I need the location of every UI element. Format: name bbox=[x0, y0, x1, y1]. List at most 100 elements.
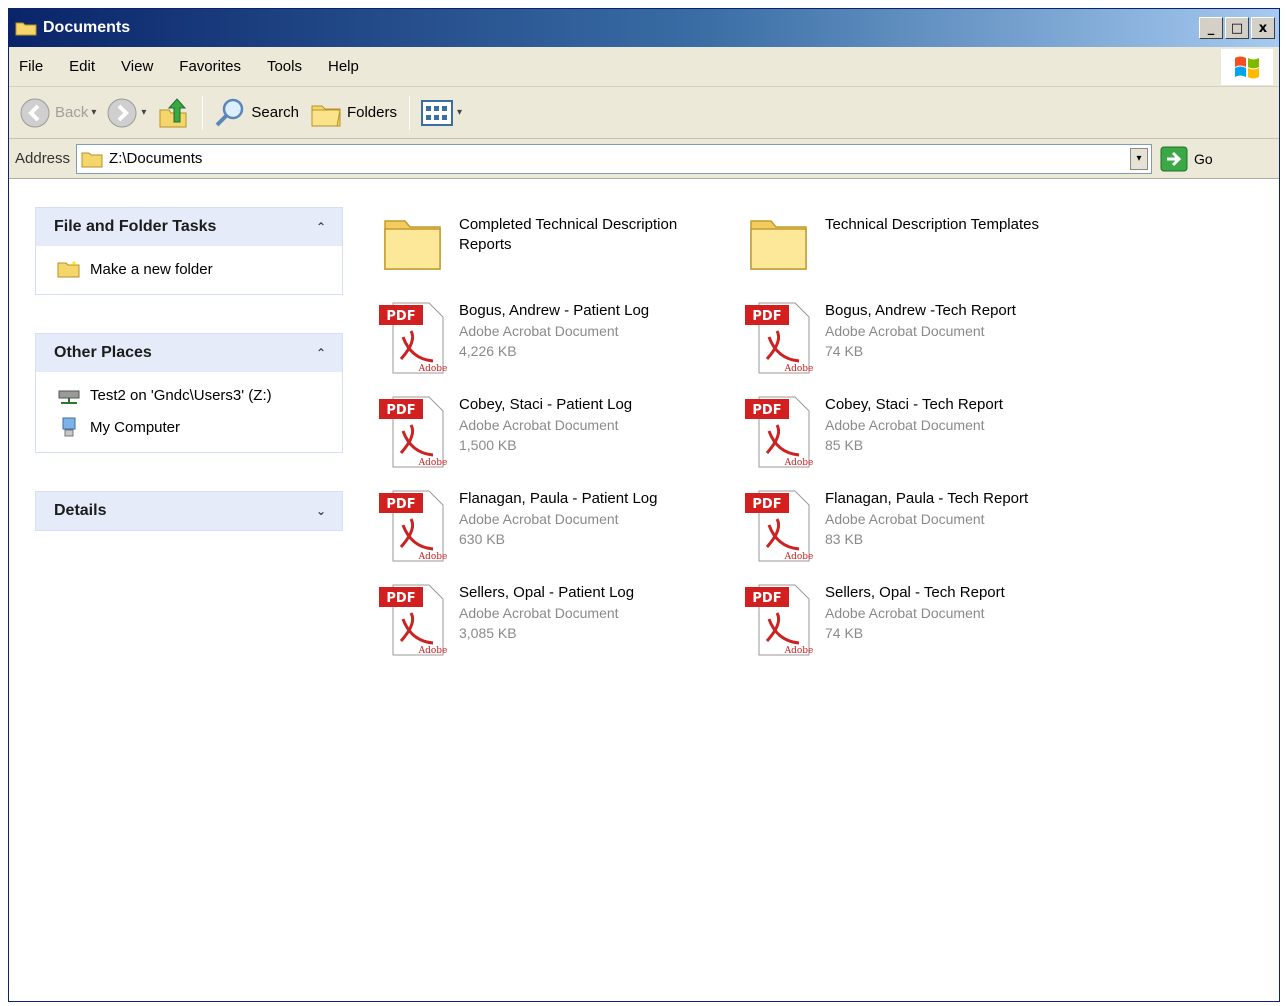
pdf-icon: PDF Adobe bbox=[745, 490, 814, 562]
toolbar: Back ▾ ▾ Search Folders ▾ bbox=[9, 87, 1279, 139]
maximize-button[interactable]: □ bbox=[1225, 17, 1249, 39]
menu-tools[interactable]: Tools bbox=[267, 58, 302, 75]
address-label: Address bbox=[15, 150, 71, 167]
back-button[interactable]: Back ▾ bbox=[19, 97, 96, 129]
svg-text:Adobe: Adobe bbox=[784, 646, 814, 656]
svg-text:PDF: PDF bbox=[752, 497, 781, 512]
file-name: Cobey, Staci - Tech Report bbox=[825, 396, 1003, 413]
svg-text:PDF: PDF bbox=[386, 403, 415, 418]
file-size: 1,500 KB bbox=[459, 437, 517, 453]
file-type: Adobe Acrobat Document bbox=[459, 605, 619, 621]
up-folder-button[interactable] bbox=[156, 96, 190, 130]
explorer-window: Documents _ □ x File Edit View Favorites… bbox=[8, 8, 1280, 1002]
content-area: File and Folder Tasks ⌃ Make a new folde… bbox=[9, 181, 1279, 1001]
make-new-folder-link[interactable]: Make a new folder bbox=[56, 258, 324, 280]
menu-file[interactable]: File bbox=[19, 58, 43, 75]
file-name: Technical Description Templates bbox=[825, 216, 1039, 233]
folders-icon bbox=[311, 105, 341, 126]
pdf-file[interactable]: PDF Adobe Sellers, Opal - Patient Log Ado… bbox=[371, 579, 731, 663]
pdf-icon: PDF Adobe bbox=[379, 490, 448, 562]
pdf-file[interactable]: PDF Adobe Cobey, Staci - Patient Log Adob… bbox=[371, 391, 731, 475]
up-folder-icon bbox=[159, 97, 187, 127]
address-bar: Address Z:\Documents ▾ Go bbox=[9, 139, 1279, 179]
svg-text:PDF: PDF bbox=[752, 591, 781, 606]
forward-button[interactable]: ▾ bbox=[106, 97, 146, 129]
pdf-file[interactable]: PDF Adobe Sellers, Opal - Tech Report Ado… bbox=[737, 579, 1097, 663]
file-size: 630 KB bbox=[459, 531, 505, 547]
pdf-file[interactable]: PDF Adobe Cobey, Staci - Tech Report Adob… bbox=[737, 391, 1097, 475]
file-type: Adobe Acrobat Document bbox=[459, 323, 619, 339]
pdf-file[interactable]: PDF Adobe Bogus, Andrew - Patient Log Ado… bbox=[371, 297, 731, 381]
menu-view[interactable]: View bbox=[121, 58, 153, 75]
network-drive-link[interactable]: Test2 on 'Gndc\Users3' (Z:) bbox=[56, 384, 324, 406]
file-size: 85 KB bbox=[825, 437, 864, 453]
minimize-button[interactable]: _ bbox=[1199, 17, 1223, 39]
menu-help[interactable]: Help bbox=[328, 58, 359, 75]
collapse-icon[interactable]: ⌃ bbox=[316, 220, 326, 234]
network-drive-icon bbox=[56, 384, 82, 406]
pdf-icon: PDF Adobe bbox=[379, 396, 448, 468]
details-header[interactable]: Details ⌄ bbox=[36, 492, 342, 530]
views-button[interactable]: ▾ bbox=[420, 98, 462, 128]
title-bar[interactable]: Documents _ □ x bbox=[9, 9, 1279, 47]
file-type: Adobe Acrobat Document bbox=[459, 511, 619, 527]
pdf-icon: PDF Adobe bbox=[379, 302, 448, 374]
close-button[interactable]: x bbox=[1251, 17, 1275, 39]
pdf-file[interactable]: PDF Adobe Flanagan, Paula - Patient Log A… bbox=[371, 485, 731, 569]
forward-arrow-icon bbox=[107, 98, 137, 127]
collapse-icon[interactable]: ⌃ bbox=[316, 346, 326, 360]
pdf-file[interactable]: PDF Adobe Bogus, Andrew -Tech Report Adob… bbox=[737, 297, 1097, 381]
file-size: 3,085 KB bbox=[459, 625, 517, 641]
menu-edit[interactable]: Edit bbox=[69, 58, 95, 75]
file-name: Sellers, Opal - Patient Log bbox=[459, 584, 635, 601]
svg-text:Adobe: Adobe bbox=[784, 364, 814, 374]
svg-text:Adobe: Adobe bbox=[784, 458, 814, 468]
file-type: Adobe Acrobat Document bbox=[825, 323, 985, 339]
pdf-icon: PDF Adobe bbox=[745, 396, 814, 468]
file-size: 74 KB bbox=[825, 625, 864, 641]
expand-icon[interactable]: ⌄ bbox=[316, 504, 326, 518]
folder-completed-reports[interactable]: Completed Technical Description Reports bbox=[371, 207, 731, 291]
search-button[interactable]: Search bbox=[213, 96, 299, 130]
details-panel: Details ⌄ bbox=[35, 491, 343, 531]
address-value: Z:\Documents bbox=[109, 150, 203, 167]
file-name: Completed Technical Description Reports bbox=[459, 216, 678, 253]
menu-bar: File Edit View Favorites Tools Help bbox=[9, 47, 1279, 87]
chevron-down-icon: ▾ bbox=[91, 107, 97, 118]
pdf-file[interactable]: PDF Adobe Flanagan, Paula - Tech Report A… bbox=[737, 485, 1097, 569]
window-title: Documents bbox=[43, 19, 131, 36]
chevron-down-icon: ▾ bbox=[141, 107, 147, 118]
go-arrow-icon bbox=[1160, 146, 1188, 171]
svg-text:Adobe: Adobe bbox=[784, 552, 814, 562]
file-name: Flanagan, Paula - Patient Log bbox=[459, 490, 658, 507]
menu-favorites[interactable]: Favorites bbox=[179, 58, 241, 75]
folder-icon bbox=[384, 220, 441, 270]
folder-templates[interactable]: Technical Description Templates bbox=[737, 207, 1097, 291]
address-input[interactable]: Z:\Documents ▾ bbox=[76, 143, 1153, 174]
file-size: 74 KB bbox=[825, 343, 864, 359]
svg-text:Adobe: Adobe bbox=[418, 552, 448, 562]
file-type: Adobe Acrobat Document bbox=[825, 417, 985, 433]
address-dropdown-button[interactable]: ▾ bbox=[1130, 147, 1149, 170]
svg-text:PDF: PDF bbox=[752, 403, 781, 418]
folders-button[interactable]: Folders bbox=[309, 96, 397, 130]
go-button[interactable]: Go bbox=[1160, 146, 1213, 172]
folder-icon bbox=[15, 22, 37, 36]
windows-logo-icon bbox=[1221, 48, 1273, 85]
pdf-icon: PDF Adobe bbox=[745, 302, 814, 374]
file-name: Bogus, Andrew -Tech Report bbox=[825, 302, 1016, 319]
other-places-panel: Other Places ⌃ Test2 on 'Gndc\Users3' (Z… bbox=[35, 333, 343, 453]
file-size: 4,226 KB bbox=[459, 343, 517, 359]
back-arrow-icon bbox=[20, 98, 50, 127]
search-icon bbox=[216, 98, 244, 126]
new-folder-icon bbox=[56, 258, 82, 280]
my-computer-link[interactable]: My Computer bbox=[56, 416, 324, 438]
svg-text:PDF: PDF bbox=[386, 309, 415, 324]
views-icon bbox=[420, 99, 453, 126]
svg-text:PDF: PDF bbox=[386, 497, 415, 512]
svg-text:Adobe: Adobe bbox=[418, 458, 448, 468]
file-folder-tasks-header[interactable]: File and Folder Tasks ⌃ bbox=[36, 208, 342, 246]
pdf-icon: PDF Adobe bbox=[745, 584, 814, 656]
svg-text:Adobe: Adobe bbox=[418, 364, 448, 374]
other-places-header[interactable]: Other Places ⌃ bbox=[36, 334, 342, 372]
